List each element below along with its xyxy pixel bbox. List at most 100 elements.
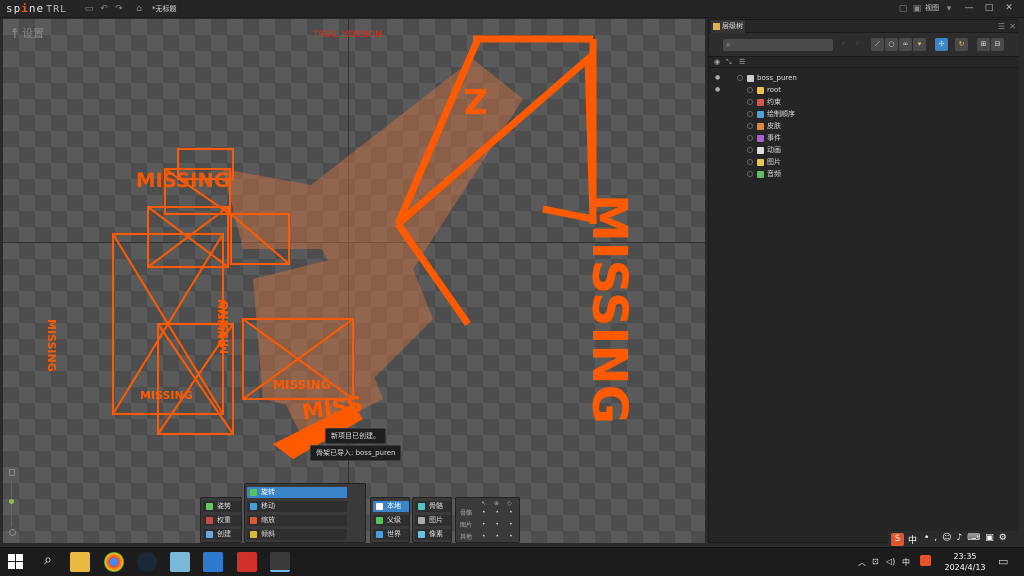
tree-row[interactable]: 皮肤 [709,120,1019,132]
spine-taskbar-icon[interactable] [270,552,290,572]
tree-row[interactable]: ● boss_puren [709,72,1019,84]
zoom-handle[interactable] [9,499,14,504]
hierarchy-tree[interactable]: ◉ ⤡ ☰ ● boss_puren ● root 约束 绘制顺序 皮肤 事件 动画图片音频 [709,56,1019,542]
maximize-icon[interactable]: □ [982,2,996,14]
tray-expand-icon[interactable]: ︿ [858,557,866,568]
compensate-toggles-row3[interactable]: ••• [482,533,523,540]
start-button[interactable] [8,554,24,570]
tree-row[interactable]: ● root [709,84,1019,96]
visibility-dot-icon[interactable]: ● [715,84,720,96]
filter-attachments-icon[interactable]: ∞ [899,38,912,51]
tree-row[interactable]: 音频 [709,168,1019,180]
tree-row[interactable]: 约束 [709,96,1019,108]
bones-option-button[interactable]: 骨骼 [415,501,451,512]
visibility-dot-icon[interactable]: ● [715,72,720,84]
tree-toolbar: ⌕ ◦ ◦ ⟋ ○ ∞ ▾ ✣ ↻ ⊞ ⊟ [709,34,1019,56]
windows-taskbar: ⌕ ︿ ⊡ ◁) 中 23:35 2024/4/13 ▭ [0,547,1024,576]
prev-match-icon[interactable]: ◦ [837,38,850,51]
file-explorer-icon[interactable] [70,552,90,572]
expand-all-icon[interactable]: ⊞ [977,38,990,51]
redo-icon[interactable]: ↷ [114,4,124,14]
key-dot-icon[interactable] [747,99,753,105]
key-dot-icon[interactable] [747,123,753,129]
pose-tool[interactable]: 姿势 [203,501,241,512]
visibility-header-icon: ◉ [714,58,721,66]
chrome-icon[interactable] [104,552,124,572]
tree-icon [713,23,720,30]
parent-axes-button[interactable]: 父级 [373,515,409,526]
sogou-icon[interactable]: S [891,533,904,546]
key-dot-icon[interactable] [747,147,753,153]
dropdown-arrow-icon[interactable]: ▾ [944,4,954,14]
monitor-icon[interactable]: ▣ [912,4,922,14]
weights-tool[interactable]: 权重 [203,515,241,526]
zoom-fit-icon[interactable] [9,529,16,536]
ime-toolbar: S 中 •,☺♪⌨▣⚙ [888,531,1022,548]
panel-menu-icon[interactable]: ☰ [998,22,1005,31]
chat-icon[interactable]: ▢ [898,4,908,14]
search-taskbar-icon[interactable]: ⌕ [38,552,58,572]
document-title: *无标题 [152,5,177,13]
filter-bones-icon[interactable]: ⟋ [871,38,884,51]
notification-icon[interactable]: ▭ [998,555,1008,568]
tree-row-label: 音频 [767,170,781,178]
key-dot-icon[interactable] [747,159,753,165]
tab-hierarchy[interactable]: 层级树 [711,20,745,33]
sogou-tray-icon[interactable] [920,555,931,566]
key-dot-icon[interactable] [747,135,753,141]
close-icon[interactable]: ✕ [1002,2,1016,14]
compensate-toggles-row1[interactable]: ••• [482,509,523,516]
images-icon [757,159,764,166]
search-input[interactable]: ⌕ [723,39,833,51]
images-option-button[interactable]: 图片 [415,515,451,526]
open-folder-icon[interactable]: ▭ [84,4,94,14]
language-indicator[interactable]: 中 [902,557,910,568]
key-dot-icon[interactable] [747,87,753,93]
scale-tool[interactable]: 缩放 [247,515,347,526]
world-axes-button[interactable]: 世界 [373,529,409,540]
tree-row[interactable]: 事件 [709,132,1019,144]
undo-icon[interactable]: ↶ [99,4,109,14]
local-axes-button[interactable]: 本地 [373,501,409,512]
compensate-toggles-row2[interactable]: ••• [482,521,523,528]
clock[interactable]: 23:35 2024/4/13 [940,551,990,573]
view-menu-button[interactable]: 视图 [925,3,939,13]
translate-tool[interactable]: 移动 [247,501,347,512]
key-dot-icon[interactable] [747,171,753,177]
network-icon[interactable]: ⊡ [872,557,879,566]
editor-viewport[interactable]: ☨ 设置 TRIAL VERSION MISSING Z MISSING MIS… [3,19,705,543]
app-icon[interactable] [170,552,190,572]
volume-icon[interactable]: ◁) [886,557,895,566]
next-match-icon[interactable]: ◦ [851,38,864,51]
ime-mode-label[interactable]: 中 [908,533,917,546]
filter-active-icon[interactable]: ✣ [935,38,948,51]
panel-close-icon[interactable]: ✕ [1009,22,1016,31]
svg-text:MISSING: MISSING [215,299,226,347]
sync-icon[interactable]: ↻ [955,38,968,51]
create-tool[interactable]: 创建 [203,529,241,540]
rotate-tool[interactable]: 旋转 [247,487,347,498]
key-dot-icon[interactable] [737,75,743,81]
tree-row-label: boss_puren [757,74,797,82]
tree-row[interactable]: 动画 [709,144,1019,156]
vscode-icon[interactable] [203,552,223,572]
tree-row-label: 图片 [767,158,781,166]
save-icon[interactable]: ⌂ [134,4,144,14]
tree-row[interactable]: 图片 [709,156,1019,168]
filter-slots-icon[interactable]: ○ [885,38,898,51]
ime-tool-icons[interactable]: •,☺♪⌨▣⚙ [924,533,1012,543]
wps-icon[interactable] [237,552,257,572]
filter-images-icon[interactable]: ▾ [913,38,926,51]
key-header-icon: ⤡ [726,58,732,66]
zoom-slider[interactable] [9,469,16,539]
shear-tool[interactable]: 倾斜 [247,529,347,540]
audio-icon [757,171,764,178]
key-dot-icon[interactable] [747,111,753,117]
steam-icon[interactable] [137,552,157,572]
tree-row[interactable]: 绘制顺序 [709,108,1019,120]
tree-header: ◉ ⤡ ☰ [709,57,1019,68]
minimize-icon[interactable]: — [962,2,976,14]
pixels-option-button[interactable]: 像素 [415,529,451,540]
collapse-all-icon[interactable]: ⊟ [991,38,1004,51]
zoom-in-icon[interactable] [9,469,15,476]
